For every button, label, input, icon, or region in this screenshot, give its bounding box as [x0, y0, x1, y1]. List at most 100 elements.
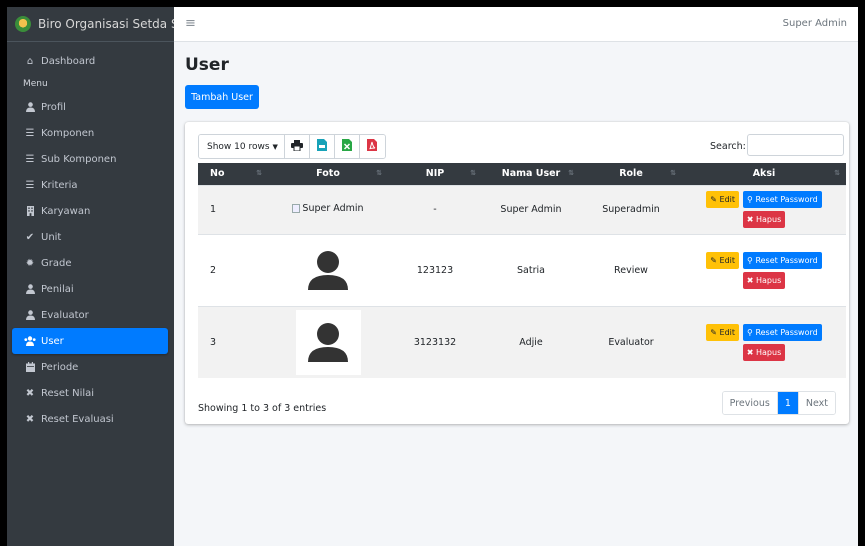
home-icon: ⌂ — [26, 55, 34, 67]
delete-button[interactable]: ✖ Hapus — [742, 211, 786, 228]
search-input[interactable] — [747, 134, 844, 156]
column-header-role[interactable]: Role ⇅ — [580, 163, 682, 185]
sidebar-item-reset-evaluasi[interactable]: ✖ Reset Evaluasi — [12, 406, 168, 432]
sidebar-item-karyawan[interactable]: Karyawan — [12, 198, 168, 224]
show-rows-dropdown[interactable]: Show 10 rows ▼ — [199, 135, 285, 158]
caret-down-icon: ▼ — [272, 142, 278, 151]
table-row: 1 Super Admin - Super Admin Superadmin ✎… — [198, 184, 846, 234]
excel-button[interactable] — [334, 135, 360, 158]
column-header-aksi[interactable]: Aksi ⇅ — [682, 163, 846, 185]
hamburger-icon[interactable]: ≡ — [185, 16, 196, 31]
edit-icon: ✎ — [710, 327, 720, 337]
table-row: 3 3123132 Adjie Evaluator ✎ Edit ⚲ Reset… — [198, 305, 846, 378]
sidebar-nav: ⌂ Dashboard Menu Profil ☰ Komponen ☰ Sub… — [7, 42, 174, 432]
pdf-button[interactable] — [359, 135, 385, 158]
avatar-placeholder-icon — [308, 251, 348, 290]
broken-image-icon — [292, 204, 301, 213]
user-icon — [23, 284, 37, 294]
sidebar-item-evaluator[interactable]: Evaluator — [12, 302, 168, 328]
page-1-button[interactable]: 1 — [777, 392, 799, 414]
avatar — [295, 237, 361, 303]
edit-button[interactable]: ✎ Edit — [706, 251, 740, 269]
sidebar-item-label: Sub Komponen — [41, 153, 117, 165]
list-icon: ☰ — [25, 127, 35, 139]
column-header-no[interactable]: No ⇅ — [198, 163, 268, 185]
column-header-nama-user[interactable]: Nama User ⇅ — [482, 163, 580, 185]
pdf-file-icon — [367, 139, 378, 154]
cell-no: 2 — [198, 233, 268, 306]
key-icon: ⚲ — [747, 195, 756, 204]
delete-button[interactable]: ✖ Hapus — [742, 343, 786, 361]
sidebar-item-unit[interactable]: ✔ Unit — [12, 224, 168, 250]
times-icon: ✖ — [746, 347, 756, 357]
brand-logo — [15, 16, 31, 32]
sidebar-item-label: Periode — [41, 361, 79, 373]
cell-foto: Super Admin — [268, 184, 388, 234]
delete-button[interactable]: ✖ Hapus — [742, 271, 786, 289]
cell-nama-user: Satria — [482, 233, 580, 306]
pagination: Previous 1 Next — [721, 391, 836, 415]
sidebar-item-label: Grade — [41, 257, 72, 269]
sidebar-item-profil[interactable]: Profil — [12, 94, 168, 120]
sidebar-item-sub-komponen[interactable]: ☰ Sub Komponen — [12, 146, 168, 172]
topbar: ≡ Super Admin — [174, 7, 858, 42]
broken-image: Super Admin — [292, 203, 364, 214]
search-label: Search: — [710, 141, 746, 152]
brand[interactable]: Biro Organisasi Setda Su — [7, 7, 174, 42]
previous-page-button[interactable]: Previous — [722, 392, 778, 414]
sidebar-item-label: Profil — [41, 101, 66, 113]
sidebar-item-grade[interactable]: ✹ Grade — [12, 250, 168, 276]
print-button[interactable] — [284, 135, 310, 158]
sort-icon: ⇅ — [256, 169, 262, 177]
edit-button[interactable]: ✎ Edit — [706, 323, 740, 341]
sort-icon: ⇅ — [376, 169, 382, 177]
cell-nip: 123123 — [388, 233, 482, 306]
sort-icon: ⇅ — [834, 169, 840, 177]
next-page-button[interactable]: Next — [798, 392, 835, 414]
sidebar-item-dashboard[interactable]: ⌂ Dashboard — [12, 48, 168, 74]
sidebar-item-reset-nilai[interactable]: ✖ Reset Nilai — [12, 380, 168, 406]
page-title: User — [185, 55, 229, 75]
app-window: Biro Organisasi Setda Su ⌂ Dashboard Men… — [7, 7, 858, 546]
cell-foto — [268, 305, 388, 378]
sidebar-item-penilai[interactable]: Penilai — [12, 276, 168, 302]
sidebar-item-label: Dashboard — [41, 55, 96, 67]
reset-password-button[interactable]: ⚲ Reset Password — [743, 323, 822, 341]
sidebar-item-label: Reset Nilai — [41, 387, 95, 399]
key-icon: ⚲ — [747, 327, 756, 337]
sidebar-item-label: Unit — [41, 231, 62, 243]
sidebar-item-label: Kriteria — [41, 179, 78, 191]
cell-nip: 3123132 — [388, 305, 482, 378]
edit-button[interactable]: ✎ Edit — [706, 191, 740, 208]
cell-no: 3 — [198, 305, 268, 378]
show-rows-label: Show 10 rows — [207, 141, 270, 152]
calendar-icon — [23, 362, 37, 372]
sidebar-item-komponen[interactable]: ☰ Komponen — [12, 120, 168, 146]
sort-icon: ⇅ — [568, 169, 574, 177]
column-header-foto[interactable]: Foto ⇅ — [268, 163, 388, 185]
gear-icon: ✹ — [25, 257, 35, 269]
sidebar-item-kriteria[interactable]: ☰ Kriteria — [12, 172, 168, 198]
sidebar-item-periode[interactable]: Periode — [12, 354, 168, 380]
users-table: No ⇅ Foto ⇅ NIP ⇅ Nama User ⇅ Role ⇅ Aksi ⇅ 1 … — [198, 163, 846, 378]
reset-password-button[interactable]: ⚲ Reset Password — [743, 251, 822, 269]
times-icon: ✖ — [746, 275, 756, 285]
column-header-nip[interactable]: NIP ⇅ — [388, 163, 482, 185]
sidebar-item-label: Komponen — [41, 127, 95, 139]
add-user-button[interactable]: Tambah User — [185, 85, 259, 109]
sidebar-item-user[interactable]: User — [12, 328, 168, 354]
edit-icon: ✎ — [710, 255, 720, 265]
reset-password-button[interactable]: ⚲ Reset Password — [743, 191, 822, 208]
cell-no: 1 — [198, 184, 268, 234]
csv-button[interactable] — [309, 135, 335, 158]
entries-info: Showing 1 to 3 of 3 entries — [198, 403, 327, 414]
current-user[interactable]: Super Admin — [783, 18, 847, 29]
sort-icon: ⇅ — [670, 169, 676, 177]
sidebar-item-label: Penilai — [41, 283, 74, 295]
times-icon: ✖ — [25, 387, 35, 399]
cell-aksi: ✎ Edit ⚲ Reset Password ✖ Hapus — [682, 184, 846, 234]
cell-nama-user: Adjie — [482, 305, 580, 378]
excel-file-icon — [341, 139, 352, 154]
user-icon — [23, 310, 37, 320]
sidebar-item-label: Karyawan — [41, 205, 91, 217]
